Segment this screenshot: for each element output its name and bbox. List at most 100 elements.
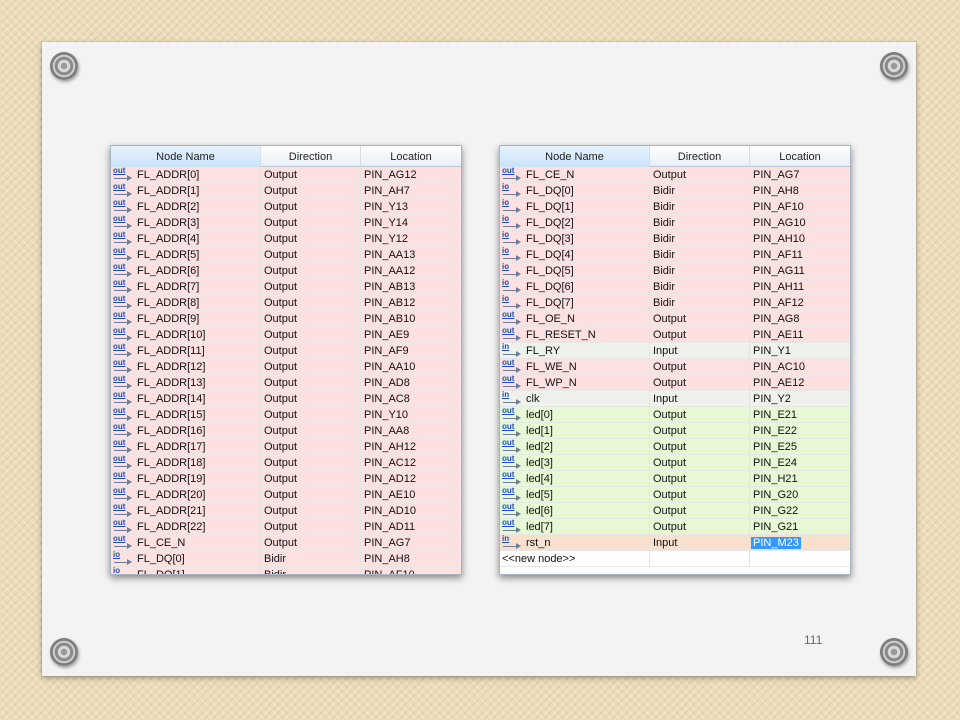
location-cell[interactable]: PIN_AG8	[750, 311, 850, 327]
direction-cell[interactable]: Output	[261, 391, 361, 407]
node-name-cell[interactable]: out FL_ADDR[3]	[111, 215, 261, 231]
direction-cell[interactable]: Output	[650, 519, 750, 535]
location-cell[interactable]: PIN_AD11	[361, 519, 461, 535]
table-row[interactable]: out FL_ADDR[3] Output PIN_Y14	[111, 215, 461, 231]
direction-cell[interactable]: Output	[650, 423, 750, 439]
node-name-cell[interactable]: out led[5]	[500, 487, 650, 503]
node-name-cell[interactable]: out led[2]	[500, 439, 650, 455]
location-cell[interactable]: PIN_Y1	[750, 343, 850, 359]
node-name-cell[interactable]: out led[7]	[500, 519, 650, 535]
location-cell[interactable]: PIN_AF12	[750, 295, 850, 311]
direction-cell[interactable]: Output	[261, 199, 361, 215]
location-cell[interactable]: PIN_AB10	[361, 311, 461, 327]
node-name-cell[interactable]: out FL_ADDR[0]	[111, 167, 261, 183]
table-row[interactable]: out led[2] Output PIN_E25	[500, 439, 850, 455]
node-name-cell[interactable]: io FL_DQ[5]	[500, 263, 650, 279]
location-cell[interactable]: PIN_E21	[750, 407, 850, 423]
table-row[interactable]: out FL_ADDR[7] Output PIN_AB13	[111, 279, 461, 295]
direction-cell[interactable]: Output	[261, 423, 361, 439]
direction-cell[interactable]: Output	[261, 471, 361, 487]
table-row[interactable]: io FL_DQ[2] Bidir PIN_AG10	[500, 215, 850, 231]
location-cell[interactable]: PIN_AF11	[750, 247, 850, 263]
location-cell[interactable]: PIN_AG11	[750, 263, 850, 279]
table-row[interactable]: in FL_RY Input PIN_Y1	[500, 343, 850, 359]
direction-cell[interactable]: Bidir	[650, 231, 750, 247]
node-name-cell[interactable]: out FL_ADDR[2]	[111, 199, 261, 215]
location-cell[interactable]: PIN_H21	[750, 471, 850, 487]
node-name-cell[interactable]: out FL_RESET_N	[500, 327, 650, 343]
location-cell[interactable]: PIN_G21	[750, 519, 850, 535]
node-name-cell[interactable]: out FL_ADDR[11]	[111, 343, 261, 359]
direction-cell[interactable]: Bidir	[650, 263, 750, 279]
node-name-cell[interactable]: io FL_DQ[2]	[500, 215, 650, 231]
node-name-cell[interactable]: out led[6]	[500, 503, 650, 519]
direction-cell[interactable]: Output	[261, 247, 361, 263]
table-row[interactable]: out FL_ADDR[2] Output PIN_Y13	[111, 199, 461, 215]
direction-cell[interactable]: Output	[261, 295, 361, 311]
table-row[interactable]: out led[5] Output PIN_G20	[500, 487, 850, 503]
direction-cell[interactable]: Output	[650, 407, 750, 423]
table-row[interactable]: out FL_ADDR[15] Output PIN_Y10	[111, 407, 461, 423]
location-cell[interactable]: PIN_AG7	[750, 167, 850, 183]
direction-cell[interactable]: Input	[650, 535, 750, 551]
direction-cell[interactable]: Bidir	[261, 567, 361, 574]
table-row[interactable]: out FL_WP_N Output PIN_AE12	[500, 375, 850, 391]
location-cell[interactable]: PIN_AC10	[750, 359, 850, 375]
node-name-cell[interactable]: io FL_DQ[1]	[111, 567, 261, 574]
location-cell[interactable]: PIN_M23	[750, 535, 850, 551]
table-row[interactable]: out FL_ADDR[1] Output PIN_AH7	[111, 183, 461, 199]
location-cell[interactable]: PIN_E22	[750, 423, 850, 439]
location-cell[interactable]: PIN_AB12	[361, 295, 461, 311]
direction-cell[interactable]: Output	[261, 439, 361, 455]
node-name-cell[interactable]: io FL_DQ[1]	[500, 199, 650, 215]
direction-cell[interactable]: Input	[650, 391, 750, 407]
node-name-cell[interactable]: out FL_ADDR[7]	[111, 279, 261, 295]
table-row[interactable]: io FL_DQ[1] Bidir PIN_AF10	[500, 199, 850, 215]
column-header-direction[interactable]: Direction	[261, 146, 361, 167]
table-row[interactable]: out FL_ADDR[5] Output PIN_AA13	[111, 247, 461, 263]
node-name-cell[interactable]: out FL_OE_N	[500, 311, 650, 327]
direction-cell[interactable]: Output	[261, 519, 361, 535]
location-cell[interactable]: PIN_AH12	[361, 439, 461, 455]
node-name-cell[interactable]: out FL_ADDR[21]	[111, 503, 261, 519]
location-cell[interactable]: PIN_AG12	[361, 167, 461, 183]
node-name-cell[interactable]: out FL_ADDR[15]	[111, 407, 261, 423]
direction-cell[interactable]: Output	[650, 439, 750, 455]
node-name-cell[interactable]: io FL_DQ[0]	[500, 183, 650, 199]
node-name-cell[interactable]: io FL_DQ[6]	[500, 279, 650, 295]
table-row[interactable]: out FL_ADDR[18] Output PIN_AC12	[111, 455, 461, 471]
node-name-cell[interactable]: out led[4]	[500, 471, 650, 487]
node-name-cell[interactable]: out FL_ADDR[20]	[111, 487, 261, 503]
location-cell[interactable]: PIN_AE10	[361, 487, 461, 503]
location-cell[interactable]: PIN_Y14	[361, 215, 461, 231]
direction-cell[interactable]: Bidir	[650, 183, 750, 199]
direction-cell[interactable]: Output	[650, 167, 750, 183]
table-row[interactable]: out FL_CE_N Output PIN_AG7	[500, 167, 850, 183]
node-name-cell[interactable]: in FL_RY	[500, 343, 650, 359]
node-name-cell[interactable]: out FL_ADDR[6]	[111, 263, 261, 279]
table-row[interactable]: out FL_RESET_N Output PIN_AE11	[500, 327, 850, 343]
node-name-cell[interactable]: out FL_WE_N	[500, 359, 650, 375]
direction-cell[interactable]: Output	[650, 471, 750, 487]
direction-cell[interactable]: Bidir	[650, 279, 750, 295]
table-row[interactable]: in rst_n Input PIN_M23	[500, 535, 850, 551]
table-row[interactable]: out FL_ADDR[22] Output PIN_AD11	[111, 519, 461, 535]
table-row[interactable]: out FL_WE_N Output PIN_AC10	[500, 359, 850, 375]
table-row[interactable]: out FL_ADDR[10] Output PIN_AE9	[111, 327, 461, 343]
table-row[interactable]: out FL_ADDR[17] Output PIN_AH12	[111, 439, 461, 455]
location-cell[interactable]: PIN_AH11	[750, 279, 850, 295]
node-name-cell[interactable]: out FL_ADDR[17]	[111, 439, 261, 455]
location-cell[interactable]: PIN_AD8	[361, 375, 461, 391]
column-header-direction[interactable]: Direction	[650, 146, 750, 167]
location-cell[interactable]: PIN_AH10	[750, 231, 850, 247]
column-header-node-name[interactable]: ^ Node Name	[500, 146, 650, 167]
table-row[interactable]: out FL_ADDR[11] Output PIN_AF9	[111, 343, 461, 359]
direction-cell[interactable]: Output	[261, 263, 361, 279]
node-name-cell[interactable]: io FL_DQ[4]	[500, 247, 650, 263]
node-name-cell[interactable]: out FL_ADDR[22]	[111, 519, 261, 535]
direction-cell[interactable]: Output	[261, 167, 361, 183]
location-cell[interactable]: PIN_AC8	[361, 391, 461, 407]
table-row[interactable]: out FL_ADDR[12] Output PIN_AA10	[111, 359, 461, 375]
table-row[interactable]: io FL_DQ[4] Bidir PIN_AF11	[500, 247, 850, 263]
direction-cell[interactable]: Output	[261, 311, 361, 327]
